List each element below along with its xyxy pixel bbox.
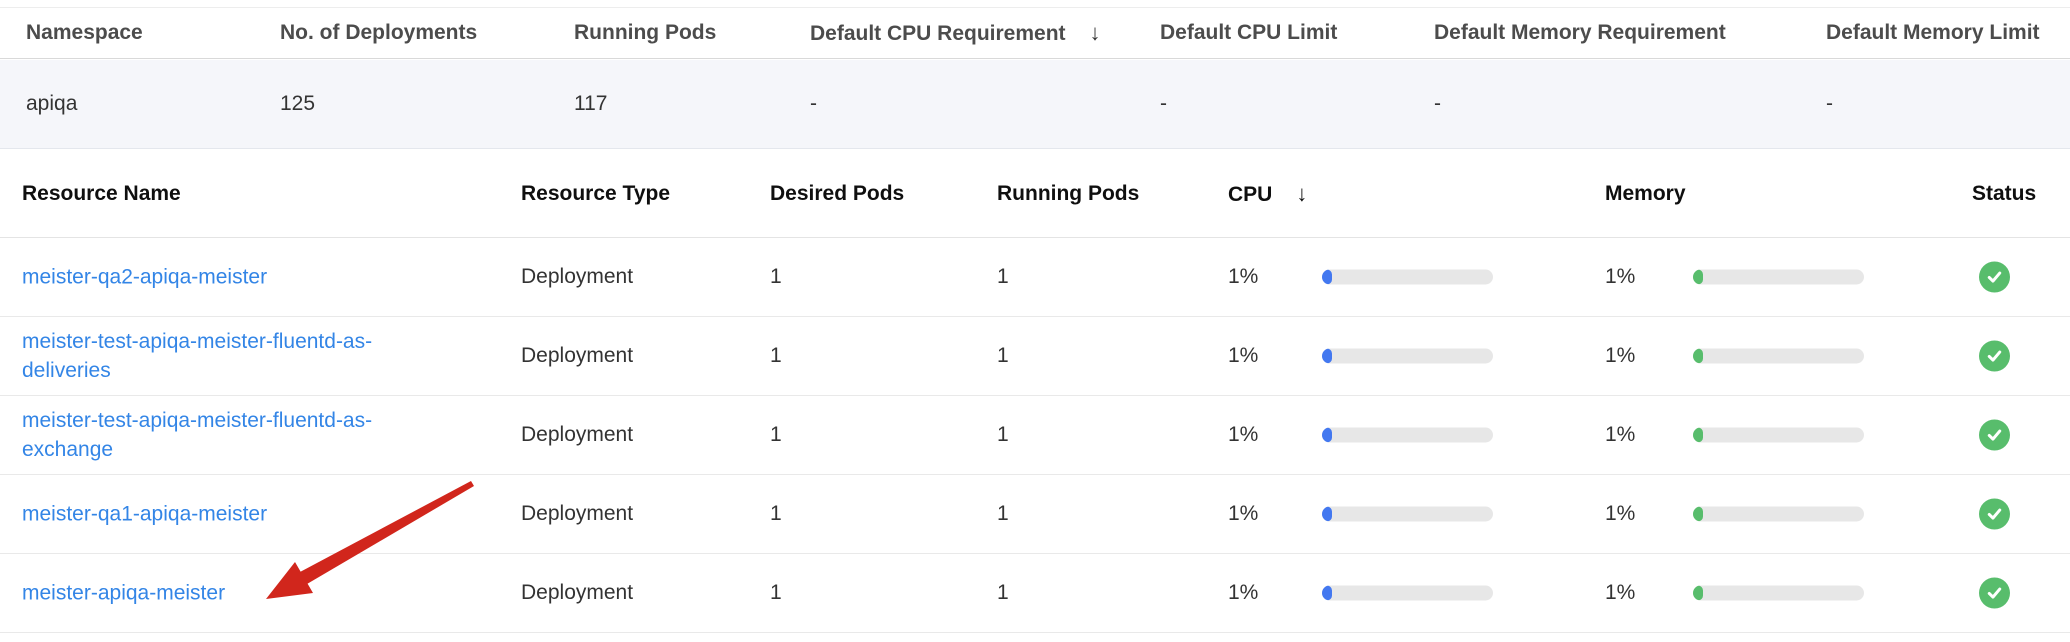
memory-percent: 1%: [1605, 502, 1635, 526]
header-no-of-deployments: No. of Deployments: [280, 21, 477, 45]
memory-progress-bar: [1693, 428, 1864, 443]
desired-pods-value: 1: [770, 265, 782, 289]
header-cpu[interactable]: CPU↓: [1228, 181, 1307, 207]
running-pods-value: 1: [997, 581, 1009, 605]
cpu-progress-bar: [1322, 349, 1493, 364]
running-pods-value: 1: [997, 265, 1009, 289]
table-row: meister-test-apiqa-meister-fluentd-as-ex…: [0, 396, 2070, 475]
memory-percent: 1%: [1605, 265, 1635, 289]
header-default-cpu-requirement[interactable]: Default CPU Requirement↓: [810, 20, 1101, 46]
table-row: meister-test-apiqa-meister-fluentd-as-de…: [0, 317, 2070, 396]
memory-percent: 1%: [1605, 344, 1635, 368]
header-resource-type: Resource Type: [521, 182, 670, 206]
resource-type: Deployment: [521, 423, 633, 447]
sort-descending-icon[interactable]: ↓: [1090, 20, 1101, 46]
resource-table-header: Resource Name Resource Type Desired Pods…: [0, 150, 2070, 238]
cpu-progress-bar: [1322, 586, 1493, 601]
status-healthy-icon: [1979, 262, 2010, 293]
desired-pods-value: 1: [770, 423, 782, 447]
resource-link[interactable]: meister-qa1-apiqa-meister: [22, 500, 432, 529]
default-cpu-limit-value: -: [1160, 92, 1167, 116]
resource-link[interactable]: meister-test-apiqa-meister-fluentd-as-ex…: [22, 406, 432, 464]
namespace-name: apiqa: [26, 92, 77, 116]
default-memory-requirement-value: -: [1434, 92, 1441, 116]
memory-percent: 1%: [1605, 423, 1635, 447]
table-row: meister-apiqa-meister Deployment 1 1 1% …: [0, 554, 2070, 633]
status-healthy-icon: [1979, 341, 2010, 372]
cpu-percent: 1%: [1228, 502, 1258, 526]
memory-progress-bar: [1693, 507, 1864, 522]
status-healthy-icon: [1979, 578, 2010, 609]
memory-progress-bar: [1693, 270, 1864, 285]
running-pods-value: 1: [997, 502, 1009, 526]
table-row: meister-qa1-apiqa-meister Deployment 1 1…: [0, 475, 2070, 554]
cpu-percent: 1%: [1228, 581, 1258, 605]
header-running-pods: Running Pods: [574, 21, 716, 45]
resource-link-annotated[interactable]: meister-apiqa-meister: [22, 579, 432, 608]
table-row: meister-qa2-apiqa-meister Deployment 1 1…: [0, 238, 2070, 317]
resource-type: Deployment: [521, 265, 633, 289]
resource-type: Deployment: [521, 581, 633, 605]
resource-table-body: meister-qa2-apiqa-meister Deployment 1 1…: [0, 238, 2070, 633]
header-default-memory-limit: Default Memory Limit: [1826, 21, 2040, 45]
default-cpu-requirement-value: -: [810, 92, 817, 116]
header-status: Status: [1972, 182, 2036, 206]
memory-progress-bar: [1693, 349, 1864, 364]
namespace-row-apiqa[interactable]: apiqa 125 117 - - - -: [0, 60, 2070, 149]
header-memory: Memory: [1605, 182, 1686, 206]
deployments-count: 125: [280, 92, 315, 116]
memory-progress-bar: [1693, 586, 1864, 601]
sort-descending-icon[interactable]: ↓: [1296, 181, 1307, 207]
cpu-progress-bar: [1322, 428, 1493, 443]
cpu-percent: 1%: [1228, 265, 1258, 289]
header-namespace: Namespace: [26, 21, 143, 45]
resource-link[interactable]: meister-test-apiqa-meister-fluentd-as-de…: [22, 327, 432, 385]
resource-type: Deployment: [521, 344, 633, 368]
memory-percent: 1%: [1605, 581, 1635, 605]
running-pods-value: 1: [997, 423, 1009, 447]
running-pods-value: 1: [997, 344, 1009, 368]
status-healthy-icon: [1979, 499, 2010, 530]
cpu-percent: 1%: [1228, 423, 1258, 447]
resource-type: Deployment: [521, 502, 633, 526]
namespace-deployments-panel: Namespace No. of Deployments Running Pod…: [0, 0, 2070, 642]
header-resource-name: Resource Name: [22, 182, 181, 206]
resource-link[interactable]: meister-qa2-apiqa-meister: [22, 263, 432, 292]
desired-pods-value: 1: [770, 344, 782, 368]
header-running-pods-2: Running Pods: [997, 182, 1139, 206]
cpu-percent: 1%: [1228, 344, 1258, 368]
default-memory-limit-value: -: [1826, 92, 1833, 116]
cpu-progress-bar: [1322, 270, 1493, 285]
desired-pods-value: 1: [770, 502, 782, 526]
cpu-progress-bar: [1322, 507, 1493, 522]
running-pods-count: 117: [574, 92, 607, 116]
status-healthy-icon: [1979, 420, 2010, 451]
header-desired-pods: Desired Pods: [770, 182, 904, 206]
desired-pods-value: 1: [770, 581, 782, 605]
header-default-cpu-limit: Default CPU Limit: [1160, 21, 1337, 45]
header-default-memory-requirement: Default Memory Requirement: [1434, 21, 1726, 45]
namespace-table-header: Namespace No. of Deployments Running Pod…: [0, 7, 2070, 59]
